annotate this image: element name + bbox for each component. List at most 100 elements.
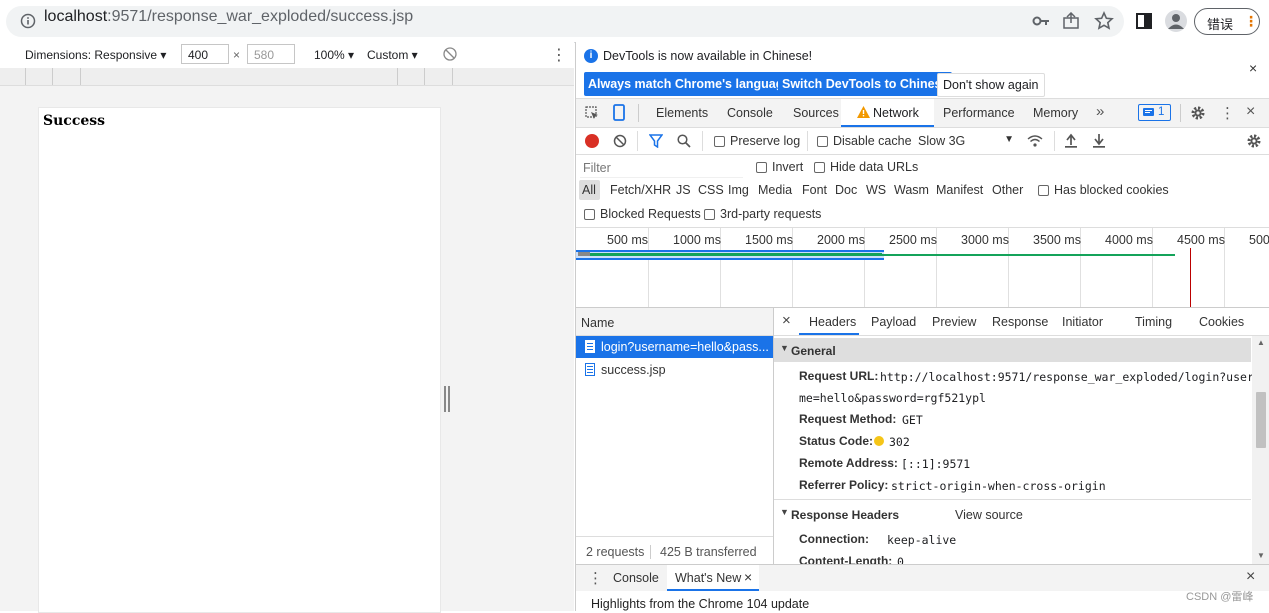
request-bar-waiting [578, 252, 590, 256]
document-icon [585, 340, 595, 353]
request-count: 2 requests [586, 545, 645, 559]
close-tab-icon[interactable]: × [744, 569, 752, 585]
drawer-menu-icon[interactable]: ⋮ [588, 569, 603, 587]
more-tabs-icon[interactable]: » [1096, 103, 1104, 120]
scrollbar-thumb[interactable] [1256, 392, 1266, 448]
invert-checkbox[interactable]: Invert [756, 160, 803, 174]
request-row-success[interactable]: success.jsp [576, 359, 773, 381]
throttle-dropdown[interactable]: Custom ▾ [367, 48, 418, 62]
devtools-menu-icon[interactable]: ⋮ [1220, 104, 1235, 122]
site-info-icon[interactable] [20, 13, 36, 29]
profile-avatar[interactable] [1165, 10, 1187, 32]
bookmark-star-icon[interactable] [1094, 11, 1114, 31]
tab-payload[interactable]: Payload [871, 315, 916, 329]
tab-initiator[interactable]: Initiator [1062, 315, 1103, 329]
tab-headers[interactable]: Headers [799, 308, 859, 335]
viewport-resize-handle[interactable] [444, 386, 450, 412]
type-filter-ws[interactable]: WS [866, 183, 886, 197]
tab-memory[interactable]: Memory [1033, 106, 1078, 120]
issues-badge[interactable]: 1 [1138, 104, 1171, 121]
close-detail-icon[interactable]: × [782, 312, 791, 329]
tab-network[interactable]: Network [841, 99, 934, 127]
type-filter-all[interactable]: All [579, 180, 600, 200]
device-toggle-icon[interactable] [613, 104, 625, 121]
key-icon[interactable] [1032, 12, 1050, 30]
share-icon[interactable] [1062, 12, 1080, 30]
throttle-value: Slow 3G [918, 134, 966, 148]
blocked-requests-label: Blocked Requests [600, 207, 701, 221]
timeline-overview[interactable]: 500 ms 1000 ms 1500 ms 2000 ms 2500 ms 3… [576, 228, 1269, 308]
settings-gear-icon[interactable] [1190, 105, 1206, 121]
network-settings-gear-icon[interactable] [1246, 133, 1262, 149]
status-code-value: 302 [889, 435, 910, 449]
tab-sources[interactable]: Sources [793, 106, 839, 120]
tab-timing[interactable]: Timing [1135, 315, 1172, 329]
type-filter-img[interactable]: Img [728, 183, 749, 197]
zoom-dropdown[interactable]: 100% ▾ [314, 48, 354, 62]
view-source-link[interactable]: View source [955, 508, 1023, 522]
type-filter-js[interactable]: JS [676, 183, 691, 197]
dimensions-dropdown[interactable]: Dimensions: Responsive ▾ [25, 48, 166, 62]
csdn-watermark: CSDN @雷峰 [1186, 591, 1254, 603]
type-all-label: All [582, 183, 596, 197]
third-party-requests-checkbox[interactable]: 3rd-party requests [704, 207, 821, 221]
network-conditions-wifi-icon[interactable] [1027, 134, 1043, 148]
error-label: 错误 [1207, 17, 1234, 32]
drawer-tab-whats-new[interactable]: What's New × [667, 565, 759, 591]
close-infobar-icon[interactable]: × [1249, 60, 1257, 76]
device-toolbar: Dimensions: Responsive ▾ 400 × 580 100% … [0, 42, 574, 69]
disable-cache-checkbox[interactable]: Disable cache [817, 134, 912, 148]
blocked-requests-checkbox[interactable]: Blocked Requests [584, 207, 701, 221]
media-query-bar[interactable] [0, 68, 574, 86]
device-more-icon[interactable]: ⋮ [551, 45, 567, 65]
tab-preview[interactable]: Preview [932, 315, 976, 329]
rotate-disabled-icon[interactable] [443, 47, 457, 61]
filter-input[interactable]: Filter [580, 157, 743, 178]
type-filter-font[interactable]: Font [802, 183, 827, 197]
detail-scrollbar[interactable]: ▲ ▼ [1252, 336, 1269, 565]
general-section-header[interactable]: ▼ General [774, 338, 1251, 362]
export-har-icon[interactable] [1093, 133, 1105, 148]
request-row-login[interactable]: login?username=hello&pass... [576, 336, 773, 358]
error-profile-button[interactable]: 错误 ⋮ [1194, 8, 1260, 35]
preserve-log-checkbox[interactable]: Preserve log [714, 134, 800, 148]
match-language-button[interactable]: Always match Chrome's language [584, 72, 795, 96]
dont-show-again-button[interactable]: Don't show again [937, 73, 1045, 97]
width-input[interactable]: 400 [181, 44, 229, 64]
type-filter-fetch-xhr[interactable]: Fetch/XHR [610, 183, 671, 197]
type-filter-media[interactable]: Media [758, 183, 792, 197]
search-icon[interactable] [677, 134, 691, 148]
type-filter-manifest[interactable]: Manifest [936, 183, 983, 197]
type-filter-css[interactable]: CSS [698, 183, 724, 197]
inspect-element-icon[interactable] [585, 106, 599, 120]
filter-funnel-icon[interactable] [648, 134, 664, 149]
name-column-header[interactable]: Name [576, 308, 773, 336]
type-filter-other[interactable]: Other [992, 183, 1023, 197]
type-filter-doc[interactable]: Doc [835, 183, 857, 197]
tab-cookies[interactable]: Cookies [1199, 315, 1244, 329]
drawer-tab-console[interactable]: Console [613, 571, 659, 585]
referrer-policy-key: Referrer Policy: [799, 478, 889, 492]
tab-response[interactable]: Response [992, 315, 1048, 329]
type-filter-wasm[interactable]: Wasm [894, 183, 929, 197]
scroll-up-icon[interactable]: ▲ [1257, 338, 1265, 347]
close-devtools-icon[interactable]: × [1246, 103, 1255, 121]
side-panel-icon[interactable] [1135, 12, 1153, 30]
has-blocked-cookies-checkbox[interactable]: Has blocked cookies [1038, 183, 1169, 197]
switch-chinese-button[interactable]: Switch DevTools to Chinese [778, 72, 953, 96]
height-input[interactable]: 580 [247, 44, 295, 64]
clear-icon[interactable] [613, 134, 627, 148]
tab-performance[interactable]: Performance [943, 106, 1015, 120]
scroll-down-icon[interactable]: ▼ [1257, 551, 1265, 560]
url-text[interactable]: localhost:9571/response_war_exploded/suc… [44, 8, 413, 26]
record-icon[interactable] [585, 134, 599, 148]
network-summary-bar: 2 requests 425 B transferred [576, 536, 773, 566]
connection-value: keep-alive [887, 533, 957, 547]
tab-elements[interactable]: Elements [656, 106, 708, 120]
close-drawer-icon[interactable]: × [1246, 568, 1255, 586]
network-throttle-select[interactable]: Slow 3G ▼ [918, 134, 1014, 148]
hide-data-urls-checkbox[interactable]: Hide data URLs [814, 160, 918, 174]
response-headers-section-header[interactable]: ▼ Response Headers View source [774, 501, 1251, 525]
tab-console[interactable]: Console [727, 106, 773, 120]
import-har-icon[interactable] [1065, 133, 1077, 148]
